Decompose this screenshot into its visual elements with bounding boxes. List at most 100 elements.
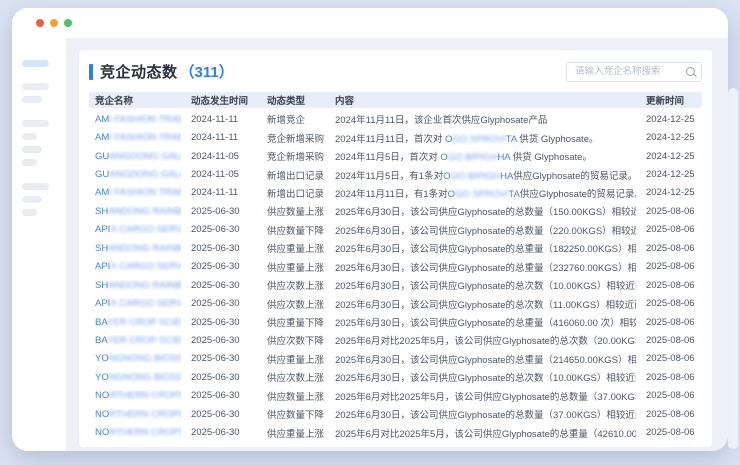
entity-link[interactable]: YO	[95, 372, 109, 383]
entity-link[interactable]: API	[95, 298, 110, 309]
entity-link[interactable]: API	[95, 224, 110, 235]
sidebar-item[interactable]	[22, 146, 42, 153]
search-input[interactable]	[573, 65, 686, 78]
entity-link[interactable]: O	[440, 152, 447, 163]
sidebar-item[interactable]	[22, 209, 37, 216]
entity-link[interactable]: YER CROP SCIENCE	[107, 335, 181, 346]
updated-time-cell: 2025-08-06	[640, 206, 702, 217]
company-name-cell: GUANGDONG GALANZ AC...	[89, 151, 181, 162]
company-name-cell: GUANGDONG GALANZ AC...	[89, 169, 181, 180]
sidebar-item[interactable]	[22, 183, 49, 190]
entity-link[interactable]: ANDONG RAINBOW	[108, 280, 181, 291]
event-time-cell: 2025-06-30	[185, 390, 257, 401]
company-name-cell: AMI FASHION TRADING G...	[89, 187, 181, 198]
event-time-cell: 2025-06-30	[185, 427, 257, 438]
entity-link[interactable]: SH	[95, 206, 108, 217]
table-row: SHANDONG RAINBOW AGR...2025-06-30供应次数上涨2…	[89, 276, 702, 294]
entity-link[interactable]: RTHERN CROPSCIEN	[109, 427, 181, 438]
entity-link[interactable]: AM	[95, 114, 109, 125]
entity-link[interactable]: X CARGO SERVICE	[110, 298, 181, 309]
column-header: 更新时间	[640, 93, 702, 107]
content-cell: 2024年11月11日，首次对 OGO SPROVITA 供货 Glyphosa…	[329, 131, 636, 145]
entity-link[interactable]: NO	[95, 390, 109, 401]
table-row: APIX CARGO SERVICE CO...2025-06-30供应重量上涨…	[89, 258, 702, 276]
entity-link[interactable]: X CARGO SERVICE	[110, 224, 181, 235]
content-cell: 2025年6月30日，该公司供应Glyphosate的总数量（220.00KGS…	[329, 223, 636, 237]
entity-link[interactable]: I FASHION TRADING	[109, 132, 181, 143]
sidebar-spacer	[22, 109, 66, 114]
entity-link[interactable]: I FASHION TRADING	[109, 187, 181, 198]
sidebar-item[interactable]	[22, 83, 49, 90]
event-time-cell: 2025-06-30	[185, 261, 257, 272]
entity-link[interactable]: TA	[506, 134, 517, 145]
entity-link[interactable]: X CARGO SERVICE	[110, 261, 181, 272]
updated-time-cell: 2024-12-25	[640, 187, 702, 198]
entity-link[interactable]: YO	[95, 353, 109, 364]
entity-link[interactable]: BA	[95, 335, 107, 346]
text-segment: 2024年11月11日，有1条对	[335, 189, 448, 200]
sidebar-item[interactable]	[22, 133, 37, 140]
table-row: AMI FASHION TRADING G...2024-11-11新增竞企20…	[89, 110, 702, 128]
entity-link[interactable]: HA	[497, 152, 510, 163]
entity-link[interactable]: YER CROP SCIENCE	[107, 317, 181, 328]
entity-link[interactable]: GO BIPIGH	[448, 152, 498, 163]
entity-link[interactable]: ANDONG RAINBOW	[108, 243, 181, 254]
content-cell: 2024年11月5日，首次对 OGO BIPIGHHA 供货 Glyphosat…	[329, 149, 636, 163]
entity-link[interactable]: GO BIPIGH	[450, 171, 500, 182]
entity-link[interactable]: GU	[95, 151, 109, 162]
updated-time-cell: 2024-12-25	[640, 132, 702, 143]
entity-link[interactable]: NGNONG BIOSCIEN	[109, 353, 181, 364]
event-type-cell: 供应次数下降	[261, 333, 325, 347]
entity-link[interactable]: I FASHION TRADING	[109, 114, 181, 125]
close-window-icon[interactable]	[36, 19, 44, 27]
company-name-cell: BAYER CROP SCIENCE LP	[89, 335, 181, 346]
table-row: YONGNONG BIOSCIEN ES...2025-06-30供应重量上涨2…	[89, 350, 702, 368]
search-box	[566, 62, 702, 82]
company-name-cell: APIX CARGO SERVICE CO...	[89, 224, 181, 235]
entity-link[interactable]: RTHERN CROPSCIEN	[109, 409, 181, 420]
entity-link[interactable]: GU	[95, 169, 109, 180]
text-segment: 2025年6月30日，该公司供应Glyphosate的总重量（416060.00…	[335, 318, 636, 329]
text-segment: 2025年6月30日，该公司供应Glyphosate的总重量（214650.00…	[335, 355, 636, 366]
updated-time-cell: 2025-08-06	[640, 427, 702, 438]
entity-link[interactable]: GO SPROVI	[455, 189, 508, 200]
sidebar-item-active[interactable]	[22, 60, 49, 67]
entity-link[interactable]: SH	[95, 243, 108, 254]
sidebar-item[interactable]	[22, 96, 42, 103]
sidebar-item[interactable]	[22, 159, 37, 166]
updated-time-cell: 2024-12-25	[640, 169, 702, 180]
entity-link[interactable]: AM	[95, 187, 109, 198]
content-cell: 2025年6月30日，该公司供应Glyphosate的总重量（232760.00…	[329, 260, 636, 274]
sidebar-item[interactable]	[22, 196, 42, 203]
entity-link[interactable]: SH	[95, 280, 108, 291]
text-segment: 供应Glyphosate的贸易记录。	[513, 171, 636, 182]
scrollbar-track[interactable]	[728, 88, 738, 449]
entity-link[interactable]: API	[95, 261, 110, 272]
entity-link[interactable]: NGNONG BIOSCIEN	[109, 372, 181, 383]
event-time-cell: 2025-06-30	[185, 335, 257, 346]
event-type-cell: 供应重量上涨	[261, 241, 325, 255]
event-type-cell: 竞企新增采购商	[261, 131, 325, 145]
content-cell: 2025年6月30日，该公司供应Glyphosate的总次数（11.00KGS）…	[329, 297, 636, 311]
search-icon[interactable]	[686, 67, 695, 76]
entity-link[interactable]: RTHERN CROPSCIEN	[109, 390, 181, 401]
entity-link[interactable]: NO	[95, 409, 109, 420]
entity-link[interactable]: O	[448, 189, 455, 200]
event-type-cell: 供应次数上涨	[261, 297, 325, 311]
entity-link[interactable]: BA	[95, 317, 107, 328]
entity-link[interactable]: NO	[95, 427, 109, 438]
card-header: 竞企动态数 （311）	[89, 61, 702, 82]
entity-link[interactable]: HA	[500, 171, 513, 182]
company-name-cell: BAYER CROP SCIENCE LP	[89, 317, 181, 328]
updated-time-cell: 2024-12-25	[640, 151, 702, 162]
entity-link[interactable]: GO SPROVI	[452, 134, 505, 145]
entity-link[interactable]: TA	[508, 189, 519, 200]
entity-link[interactable]: ANGDONG GALANZ	[109, 169, 181, 180]
minimize-window-icon[interactable]	[50, 19, 58, 27]
entity-link[interactable]: ANDONG RAINBOW	[108, 206, 181, 217]
entity-link[interactable]: ANGDONG GALANZ	[109, 151, 181, 162]
event-time-cell: 2024-11-11	[185, 114, 257, 125]
sidebar-item[interactable]	[22, 120, 49, 127]
entity-link[interactable]: AM	[95, 132, 109, 143]
zoom-window-icon[interactable]	[64, 19, 72, 27]
